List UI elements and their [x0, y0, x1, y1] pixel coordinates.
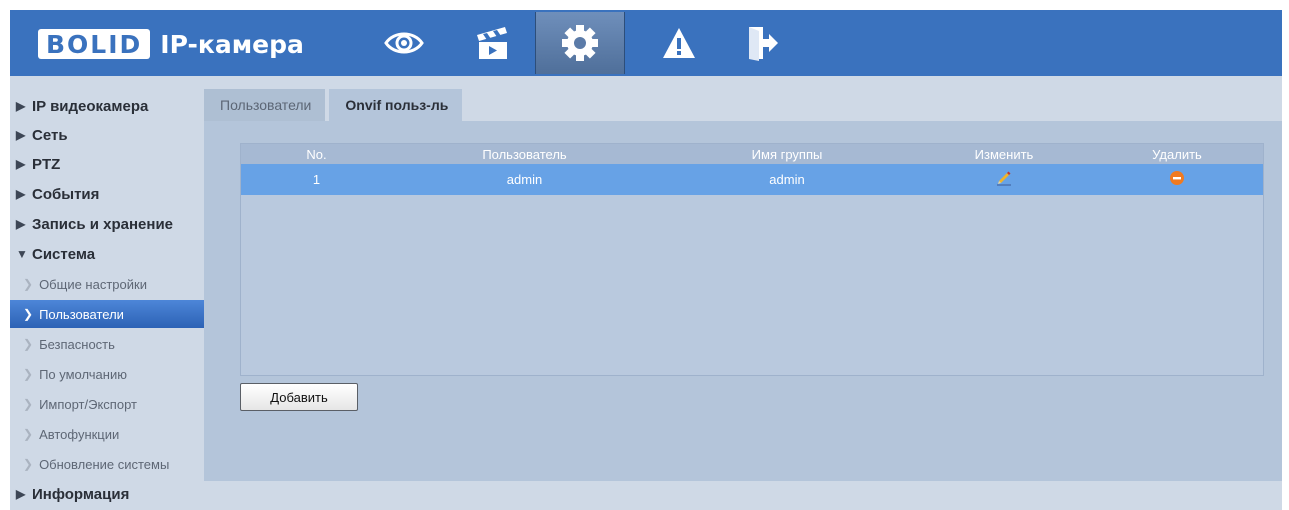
tab-bar: Пользователи Onvif польз-ль [204, 89, 466, 122]
sidebar-item-label: IP видеокамера [32, 97, 149, 115]
chevron-right-icon: ❯ [23, 307, 34, 321]
sidebar-sub-label: Безпасность [39, 336, 115, 352]
sidebar-item-system[interactable]: ▼ Система [10, 239, 204, 269]
nav-alarm-button[interactable] [635, 12, 723, 74]
column-header-no: No. [306, 146, 327, 162]
sidebar-item-label: События [32, 185, 100, 203]
app-title: IP-камера [160, 29, 304, 59]
expand-arrow-icon: ▶ [16, 187, 26, 201]
expand-arrow-icon: ▶ [16, 99, 26, 113]
sidebar-sub-label: Пользователи [39, 306, 124, 322]
nav-settings-button[interactable] [535, 12, 625, 74]
sidebar-sub-label: По умолчанию [39, 366, 127, 382]
users-table: No. Пользователь Имя группы Изменить Уда… [240, 143, 1264, 376]
sidebar: ▶ IP видеокамера ▶ Сеть ▶ PTZ ▶ События … [10, 76, 204, 510]
tab-content: No. Пользователь Имя группы Изменить Уда… [204, 121, 1282, 481]
delete-minus-icon[interactable] [1170, 171, 1184, 188]
sidebar-sub-label: Импорт/Экспорт [39, 396, 137, 412]
brand-logo: BOLID IP-камера [38, 28, 304, 60]
sidebar-item-label: Информация [32, 485, 130, 503]
sidebar-sub-security[interactable]: ❯ Безпасность [10, 330, 204, 358]
nav-playback-button[interactable] [448, 12, 536, 74]
bolid-logo: BOLID [38, 29, 151, 59]
chevron-right-icon: ❯ [23, 367, 34, 381]
sidebar-item-label: Запись и хранение [32, 215, 174, 233]
clapperboard-icon [477, 27, 507, 59]
table-row[interactable]: 1 admin admin [241, 164, 1263, 195]
gear-icon [562, 25, 598, 61]
row-username: admin [506, 172, 543, 187]
row-number: 1 [312, 172, 321, 187]
row-delete-cell [1091, 164, 1263, 195]
column-header-delete: Удалить [1152, 146, 1202, 162]
logout-icon [749, 27, 778, 61]
column-header-user: Пользователь [482, 146, 567, 162]
chevron-right-icon: ❯ [23, 337, 34, 351]
sidebar-sub-label: Обновление системы [39, 456, 170, 472]
sidebar-item-events[interactable]: ▶ События [10, 179, 204, 209]
sidebar-sub-label: Автофункции [39, 426, 120, 442]
eye-icon [384, 32, 424, 54]
warning-icon [663, 28, 695, 58]
row-group: admin [769, 172, 805, 187]
sidebar-item-label: PTZ [32, 155, 61, 173]
sidebar-sub-import-export[interactable]: ❯ Импорт/Экспорт [10, 390, 204, 418]
sidebar-sub-general[interactable]: ❯ Общие настройки [10, 270, 204, 298]
row-edit-cell [917, 164, 1091, 195]
chevron-right-icon: ❯ [23, 277, 34, 291]
edit-pencil-icon[interactable] [996, 170, 1012, 189]
column-header-group: Имя группы [751, 146, 823, 162]
chevron-right-icon: ❯ [23, 397, 34, 411]
sidebar-item-label: Сеть [32, 126, 68, 144]
nav-logout-button[interactable] [718, 12, 806, 74]
collapse-arrow-icon: ▼ [16, 247, 28, 261]
chevron-right-icon: ❯ [23, 457, 34, 471]
nav-live-button[interactable] [360, 12, 448, 74]
sidebar-sub-auto-functions[interactable]: ❯ Автофункции [10, 420, 204, 448]
sidebar-sub-system-update[interactable]: ❯ Обновление системы [10, 450, 204, 478]
sidebar-item-label: Система [32, 245, 96, 263]
column-header-edit: Изменить [974, 146, 1034, 162]
expand-arrow-icon: ▶ [16, 487, 26, 501]
expand-arrow-icon: ▶ [16, 217, 26, 231]
sidebar-sub-defaults[interactable]: ❯ По умолчанию [10, 360, 204, 388]
sidebar-item-ptz[interactable]: ▶ PTZ [10, 149, 204, 179]
sidebar-item-storage[interactable]: ▶ Запись и хранение [10, 209, 204, 239]
expand-arrow-icon: ▶ [16, 128, 26, 142]
tab-users[interactable]: Пользователи [204, 89, 326, 121]
main-panel: Пользователи Onvif польз-ль No. Пользова… [204, 76, 1282, 510]
sidebar-item-network[interactable]: ▶ Сеть [10, 120, 204, 150]
table-header: No. Пользователь Имя группы Изменить Уда… [241, 144, 1263, 164]
sidebar-item-ip-camera[interactable]: ▶ IP видеокамера [10, 91, 204, 121]
sidebar-sub-users[interactable]: ❯ Пользователи [10, 300, 204, 328]
top-header: BOLID IP-камера [10, 10, 1282, 76]
add-user-button[interactable]: Добавить [240, 383, 358, 411]
tab-onvif-users[interactable]: Onvif польз-ль [329, 89, 463, 122]
expand-arrow-icon: ▶ [16, 157, 26, 171]
sidebar-item-information[interactable]: ▶ Информация [10, 479, 204, 509]
chevron-right-icon: ❯ [23, 427, 34, 441]
sidebar-sub-label: Общие настройки [39, 276, 147, 292]
